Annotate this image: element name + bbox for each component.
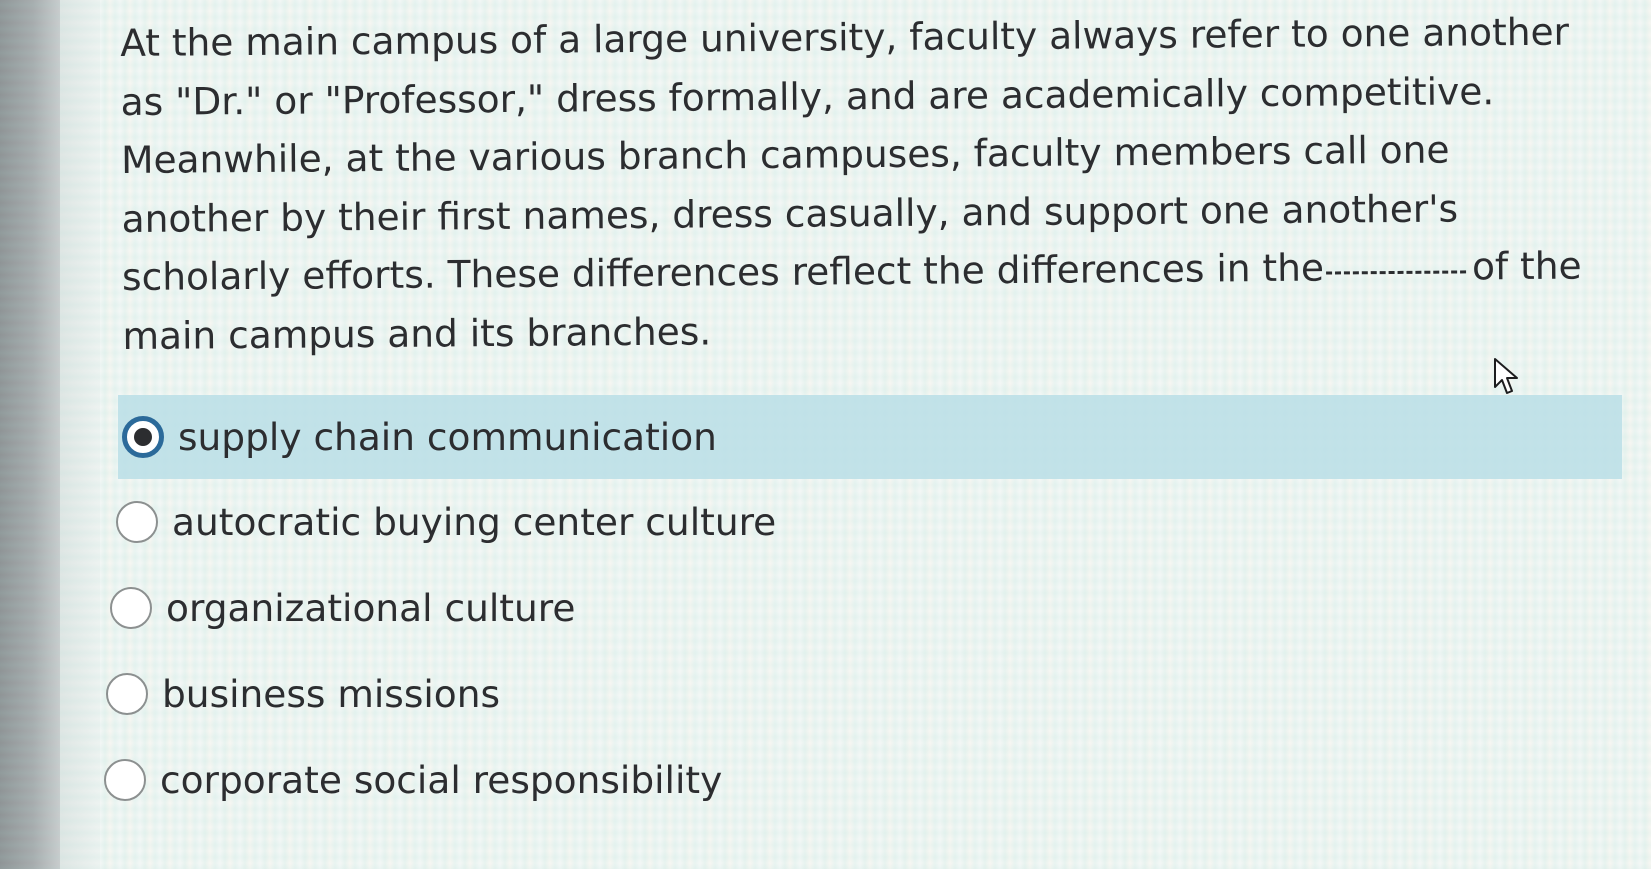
answer-option-label: organizational culture xyxy=(166,586,576,630)
page-left-margin xyxy=(60,0,100,869)
answer-option-label: business missions xyxy=(162,672,501,716)
question-blank xyxy=(1326,270,1467,275)
answer-option-autocratic-buying-center-culture[interactable]: autocratic buying center culture xyxy=(104,479,1614,565)
answer-options: supply chain communication autocratic bu… xyxy=(104,395,1622,823)
answer-option-label: corporate social responsibility xyxy=(160,758,723,802)
question-text-before-blank: At the main campus of a large university… xyxy=(120,9,1570,299)
answer-option-corporate-social-responsibility[interactable]: corporate social responsibility xyxy=(104,737,1614,823)
monitor-bezel xyxy=(0,0,60,869)
mouse-pointer-icon xyxy=(1494,358,1518,394)
screen: At the main campus of a large university… xyxy=(0,0,1651,869)
radio-button[interactable] xyxy=(106,673,148,715)
radio-button[interactable] xyxy=(104,759,146,801)
radio-button[interactable] xyxy=(116,501,158,543)
answer-option-business-missions[interactable]: business missions xyxy=(104,651,1614,737)
answer-option-label: autocratic buying center culture xyxy=(172,500,777,544)
answer-option-supply-chain-communication[interactable]: supply chain communication xyxy=(118,395,1622,479)
radio-button[interactable] xyxy=(110,587,152,629)
answer-option-label: supply chain communication xyxy=(178,415,717,459)
answer-option-organizational-culture[interactable]: organizational culture xyxy=(104,565,1614,651)
question-text: At the main campus of a large university… xyxy=(120,2,1603,365)
radio-button-selected[interactable] xyxy=(122,416,164,458)
